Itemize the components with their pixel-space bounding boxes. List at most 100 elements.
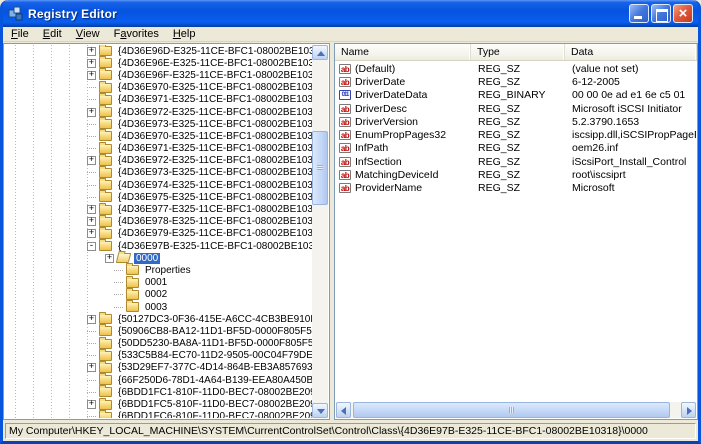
menu-edit[interactable]: Edit bbox=[36, 27, 69, 41]
string-icon: ab bbox=[339, 104, 351, 114]
tree-item[interactable]: {4D36E973-E325-11CE-BFC1-08002BE10318} bbox=[116, 119, 312, 130]
expand-toggle-icon[interactable]: + bbox=[87, 217, 96, 226]
expand-toggle-icon[interactable]: + bbox=[87, 108, 96, 117]
column-header-name[interactable]: Name bbox=[335, 44, 471, 60]
scroll-right-button[interactable] bbox=[681, 402, 696, 418]
tree-item[interactable]: {4D36E977-E325-11CE-BFC1-08002BE10318} bbox=[116, 204, 312, 215]
maximize-button[interactable] bbox=[651, 4, 671, 23]
menu-favorites[interactable]: Favorites bbox=[107, 27, 166, 41]
tree-item[interactable]: {50127DC3-0F36-415E-A6CC-4CB3BE910B65} bbox=[116, 314, 312, 325]
tree-row: + {4D36E972-E325-11CE-BFC1-08002BE10318} bbox=[5, 106, 312, 118]
column-header-data[interactable]: Data bbox=[565, 44, 697, 60]
scroll-up-button[interactable] bbox=[312, 45, 328, 60]
tree-item[interactable]: {50906CB8-BA12-11D1-BF5D-0000F805F530} bbox=[116, 326, 312, 337]
expand-toggle-icon[interactable]: + bbox=[87, 156, 96, 165]
value-row[interactable]: abInfPathREG_SZoem26.inf bbox=[336, 142, 696, 155]
tree-item[interactable]: {4D36E971-E325-11CE-BFC1-08002BE10318} bbox=[116, 94, 312, 105]
expand-toggle-icon[interactable]: + bbox=[87, 71, 96, 80]
value-name[interactable]: InfSection bbox=[355, 156, 402, 168]
value-row[interactable]: abProviderNameREG_SZMicrosoft bbox=[336, 182, 696, 195]
tree-item[interactable]: 0003 bbox=[143, 302, 169, 313]
value-name[interactable]: ProviderName bbox=[355, 182, 422, 194]
value-name[interactable]: MatchingDeviceId bbox=[355, 169, 438, 181]
tree-item[interactable]: {4D36E972-E325-11CE-BFC1-08002BE10318} bbox=[116, 107, 312, 118]
tree-item[interactable]: {50DD5230-BA8A-11D1-BF5D-0000F805F530} bbox=[116, 338, 312, 349]
value-row[interactable]: ab(Default)REG_SZ(value not set) bbox=[336, 62, 696, 75]
registry-app-icon bbox=[8, 6, 24, 22]
tree-item[interactable]: {6BDD1FC1-810F-11D0-BEC7-08002BE2092F} bbox=[116, 387, 312, 398]
tree-item[interactable]: {4D36E973-E325-11CE-BFC1-08002BE10318} bbox=[116, 167, 312, 178]
expand-toggle-icon[interactable]: + bbox=[87, 363, 96, 372]
column-header-type[interactable]: Type bbox=[471, 44, 565, 60]
registry-tree: +{4D36E96D-E325-11CE-BFC1-08002BE10318}+… bbox=[5, 45, 312, 418]
tree-item[interactable]: Properties bbox=[143, 265, 193, 276]
tree-item[interactable]: 0001 bbox=[143, 277, 169, 288]
tree-row: + {4D36E96D-E325-11CE-BFC1-08002BE10318} bbox=[5, 45, 312, 57]
window-title: Registry Editor bbox=[28, 7, 117, 21]
value-row[interactable]: abEnumPropPages32REG_SZiscsipp.dll,iSCSI… bbox=[336, 128, 696, 141]
tree-item[interactable]: {4D36E970-E325-11CE-BFC1-08002BE10318} bbox=[116, 131, 312, 142]
value-row[interactable]: abDriverDateREG_SZ6-12-2005 bbox=[336, 75, 696, 88]
value-row[interactable]: 011DriverDateDataREG_BINARY00 00 0e ad e… bbox=[336, 89, 696, 102]
minimize-button[interactable] bbox=[629, 4, 649, 23]
folder-icon bbox=[99, 156, 112, 166]
value-row[interactable]: abMatchingDeviceIdREG_SZroot\iscsiprt bbox=[336, 168, 696, 181]
value-row[interactable]: abInfSectionREG_SZiScsiPort_Install_Cont… bbox=[336, 155, 696, 168]
value-data: 5.2.3790.1653 bbox=[566, 116, 696, 128]
tree-item-selected[interactable]: 0000 bbox=[134, 253, 160, 264]
value-row[interactable]: abDriverVersionREG_SZ5.2.3790.1653 bbox=[336, 115, 696, 128]
expand-toggle-icon[interactable]: + bbox=[105, 254, 114, 263]
tree-item[interactable]: {4D36E97B-E325-11CE-BFC1-08002BE10318} bbox=[116, 241, 312, 252]
value-name[interactable]: DriverDesc bbox=[355, 103, 407, 115]
tree-item[interactable]: {4D36E975-E325-11CE-BFC1-08002BE10318} bbox=[116, 192, 312, 203]
tree-item[interactable]: 0002 bbox=[143, 289, 169, 300]
scroll-thumb[interactable] bbox=[353, 402, 670, 418]
value-name[interactable]: DriverDate bbox=[355, 76, 405, 88]
value-name[interactable]: InfPath bbox=[355, 142, 388, 154]
value-name[interactable]: DriverVersion bbox=[355, 116, 418, 128]
string-icon: ab bbox=[339, 170, 351, 180]
expand-toggle-icon[interactable]: + bbox=[87, 315, 96, 324]
tree-row: + {4D36E977-E325-11CE-BFC1-08002BE10318} bbox=[5, 203, 312, 215]
menu-view[interactable]: View bbox=[69, 27, 107, 41]
tree-item[interactable]: {4D36E971-E325-11CE-BFC1-08002BE10318} bbox=[116, 143, 312, 154]
title-bar[interactable]: Registry Editor bbox=[3, 0, 698, 27]
menu-help[interactable]: Help bbox=[166, 27, 203, 41]
value-name[interactable]: DriverDateData bbox=[355, 89, 427, 101]
tree-item[interactable]: {533C5B84-EC70-11D2-9505-00C04F79DEAF} bbox=[116, 350, 312, 361]
close-button[interactable] bbox=[673, 4, 693, 23]
menu-file[interactable]: File bbox=[4, 27, 36, 41]
status-bar: My Computer\HKEY_LOCAL_MACHINE\SYSTEM\Cu… bbox=[3, 421, 698, 441]
tree-item[interactable]: {6BDD1FC5-810F-11D0-BEC7-08002BE2092F} bbox=[116, 399, 312, 410]
collapse-toggle-icon[interactable]: - bbox=[87, 242, 96, 251]
tree-connector bbox=[114, 307, 123, 308]
tree-item[interactable]: {4D36E978-E325-11CE-BFC1-08002BE10318} bbox=[116, 216, 312, 227]
tree-item[interactable]: {66F250D6-78D1-4A64-B139-EEA80A450B24} bbox=[116, 375, 312, 386]
scroll-left-button[interactable] bbox=[336, 402, 351, 418]
expand-toggle-icon[interactable]: + bbox=[87, 47, 96, 56]
expand-toggle-icon[interactable]: + bbox=[87, 59, 96, 68]
value-name[interactable]: (Default) bbox=[355, 63, 395, 75]
tree-row: 0002 bbox=[5, 289, 312, 301]
value-row[interactable]: abDriverDescREG_SZMicrosoft iSCSI Initia… bbox=[336, 102, 696, 115]
string-icon: ab bbox=[339, 64, 351, 74]
values-horizontal-scrollbar[interactable] bbox=[336, 402, 696, 418]
scroll-down-button[interactable] bbox=[312, 403, 328, 418]
tree-row: {4D36E973-E325-11CE-BFC1-08002BE10318} bbox=[5, 118, 312, 130]
tree-vertical-scrollbar[interactable] bbox=[312, 45, 328, 418]
expand-toggle-icon[interactable]: + bbox=[87, 229, 96, 238]
scroll-thumb[interactable] bbox=[312, 131, 328, 205]
tree-item[interactable]: {4D36E979-E325-11CE-BFC1-08002BE10318} bbox=[116, 228, 312, 239]
tree-item[interactable]: {4D36E96F-E325-11CE-BFC1-08002BE10318} bbox=[116, 70, 312, 81]
values-pane: NameTypeData ab(Default)REG_SZ(value not… bbox=[334, 43, 698, 420]
tree-item[interactable]: {6BDD1FC6-810F-11D0-BEC7-08002BE2092F} bbox=[116, 411, 312, 418]
tree-item[interactable]: {4D36E974-E325-11CE-BFC1-08002BE10318} bbox=[116, 180, 312, 191]
value-name[interactable]: EnumPropPages32 bbox=[355, 129, 446, 141]
tree-item[interactable]: {53D29EF7-377C-4D14-864B-EB3A85769359} bbox=[116, 362, 312, 373]
tree-item[interactable]: {4D36E96D-E325-11CE-BFC1-08002BE10318} bbox=[116, 46, 312, 57]
tree-item[interactable]: {4D36E970-E325-11CE-BFC1-08002BE10318} bbox=[116, 82, 312, 93]
expand-toggle-icon[interactable]: + bbox=[87, 205, 96, 214]
tree-item[interactable]: {4D36E96E-E325-11CE-BFC1-08002BE10318} bbox=[116, 58, 312, 69]
expand-toggle-icon[interactable]: + bbox=[87, 400, 96, 409]
tree-item[interactable]: {4D36E972-E325-11CE-BFC1-08002BE10318} bbox=[116, 155, 312, 166]
